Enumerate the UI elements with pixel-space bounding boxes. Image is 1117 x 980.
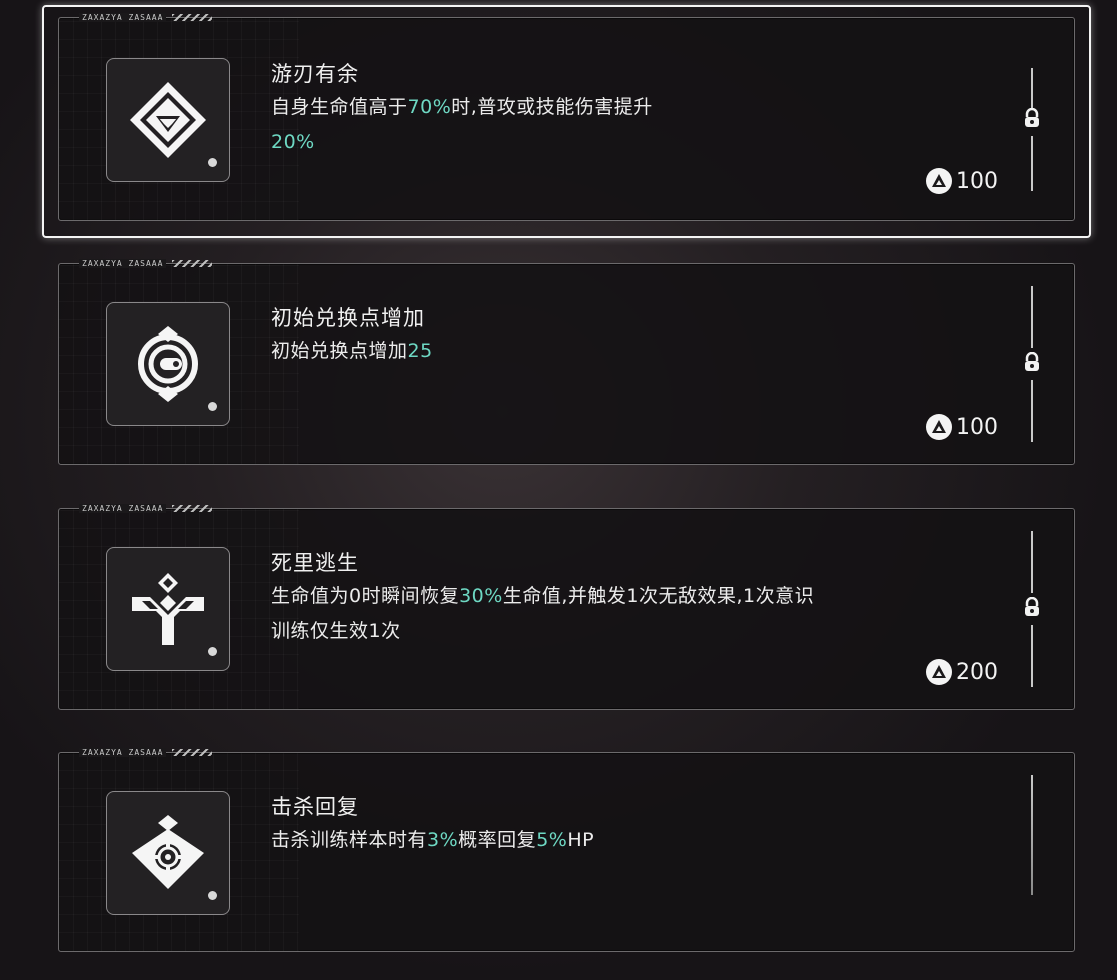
talent-card-4[interactable]: ZAXAZYA ZASAAA 击杀回复 击杀训练样本时有3%概率回复5%HP	[58, 747, 1075, 952]
lock-icon[interactable]	[1023, 596, 1041, 617]
desc-text: 概率回复	[458, 829, 537, 851]
desc-text: 击杀训练样本时有	[271, 829, 428, 851]
talent-title: 游刃有余	[271, 62, 359, 86]
talent-icon-frame	[106, 302, 230, 426]
talent-title: 死里逃生	[271, 551, 359, 575]
talent-description: 自身生命值高于70%时,普攻或技能伤害提升 20%	[271, 90, 831, 160]
side-rail-bottom	[1031, 380, 1033, 442]
card-tab-decor: ZAXAZYA ZASAAA	[79, 746, 269, 758]
point-currency-icon	[926, 168, 952, 194]
side-rail-bottom	[1031, 136, 1033, 191]
side-rail-top	[1031, 68, 1033, 110]
talent-card-2[interactable]: ZAXAZYA ZASAAA 初始兑换点增加 初始兑换点增加25 100	[58, 258, 1075, 465]
side-rail-scroll[interactable]	[1031, 775, 1033, 895]
side-rail-top	[1031, 531, 1033, 593]
desc-text: 初始兑换点增加	[271, 340, 408, 362]
currency-shield-icon	[138, 326, 198, 402]
tab-code: ZAXAZYA ZASAAA	[79, 258, 167, 268]
talent-card-1[interactable]: ZAXAZYA ZASAAA 游刃有余 自身生命值高于70%时,普攻或技能伤害提…	[58, 12, 1075, 221]
desc-text: 自身生命值高于	[271, 96, 408, 118]
tab-stripes	[172, 13, 213, 21]
talent-title: 击杀回复	[271, 795, 359, 819]
desc-highlight: 3%	[427, 829, 459, 851]
cost-value: 100	[956, 168, 998, 194]
desc-text: 生命值为0时瞬间恢复	[271, 585, 460, 607]
tab-stripes	[172, 504, 213, 512]
status-dot	[208, 402, 217, 411]
talent-description: 初始兑换点增加25	[271, 334, 831, 369]
side-rail-top	[1031, 286, 1033, 348]
cost-display: 100	[926, 168, 998, 194]
cost-display: 100	[926, 414, 998, 440]
side-rail-bottom	[1031, 625, 1033, 687]
desc-highlight: 20%	[271, 131, 315, 153]
talent-list-screen: ZAXAZYA ZASAAA 游刃有余 自身生命值高于70%时,普攻或技能伤害提…	[0, 0, 1117, 980]
desc-highlight: 70%	[407, 96, 452, 118]
desc-highlight: 30%	[459, 585, 503, 607]
card-tab-decor: ZAXAZYA ZASAAA	[79, 502, 269, 514]
lock-icon[interactable]	[1023, 351, 1041, 372]
diamond-gem-icon	[130, 82, 206, 158]
talent-description: 生命值为0时瞬间恢复30%生命值,并触发1次无敌效果,1次意识训练仅生效1次	[271, 579, 831, 649]
phoenix-rescue-icon	[132, 573, 204, 645]
status-dot	[208, 158, 217, 167]
desc-text: HP	[567, 829, 595, 851]
desc-highlight: 5%	[536, 829, 568, 851]
talent-title: 初始兑换点增加	[271, 306, 425, 330]
talent-icon-frame	[106, 58, 230, 182]
desc-highlight: 25	[407, 340, 433, 362]
cost-value: 200	[956, 659, 998, 685]
desc-text: 时,普攻或技能伤害提升	[451, 96, 653, 118]
talent-icon-frame	[106, 547, 230, 671]
point-currency-icon	[926, 659, 952, 685]
cost-display: 200	[926, 659, 998, 685]
cost-value: 100	[956, 414, 998, 440]
talent-description: 击杀训练样本时有3%概率回复5%HP	[271, 823, 831, 858]
card-tab-decor: ZAXAZYA ZASAAA	[79, 257, 269, 269]
tab-code: ZAXAZYA ZASAAA	[79, 12, 167, 22]
crosshair-heart-icon	[132, 815, 204, 889]
lock-icon[interactable]	[1023, 107, 1041, 128]
talent-card-3[interactable]: ZAXAZYA ZASAAA 死里逃生 生命值为0时瞬间恢复30%生命值,并触发…	[58, 503, 1075, 710]
tab-code: ZAXAZYA ZASAAA	[79, 503, 167, 513]
tab-code: ZAXAZYA ZASAAA	[79, 747, 167, 757]
tab-stripes	[172, 748, 213, 756]
card-tab-decor: ZAXAZYA ZASAAA	[79, 11, 269, 23]
point-currency-icon	[926, 414, 952, 440]
tab-stripes	[172, 259, 213, 267]
status-dot	[208, 891, 217, 900]
talent-icon-frame	[106, 791, 230, 915]
status-dot	[208, 647, 217, 656]
